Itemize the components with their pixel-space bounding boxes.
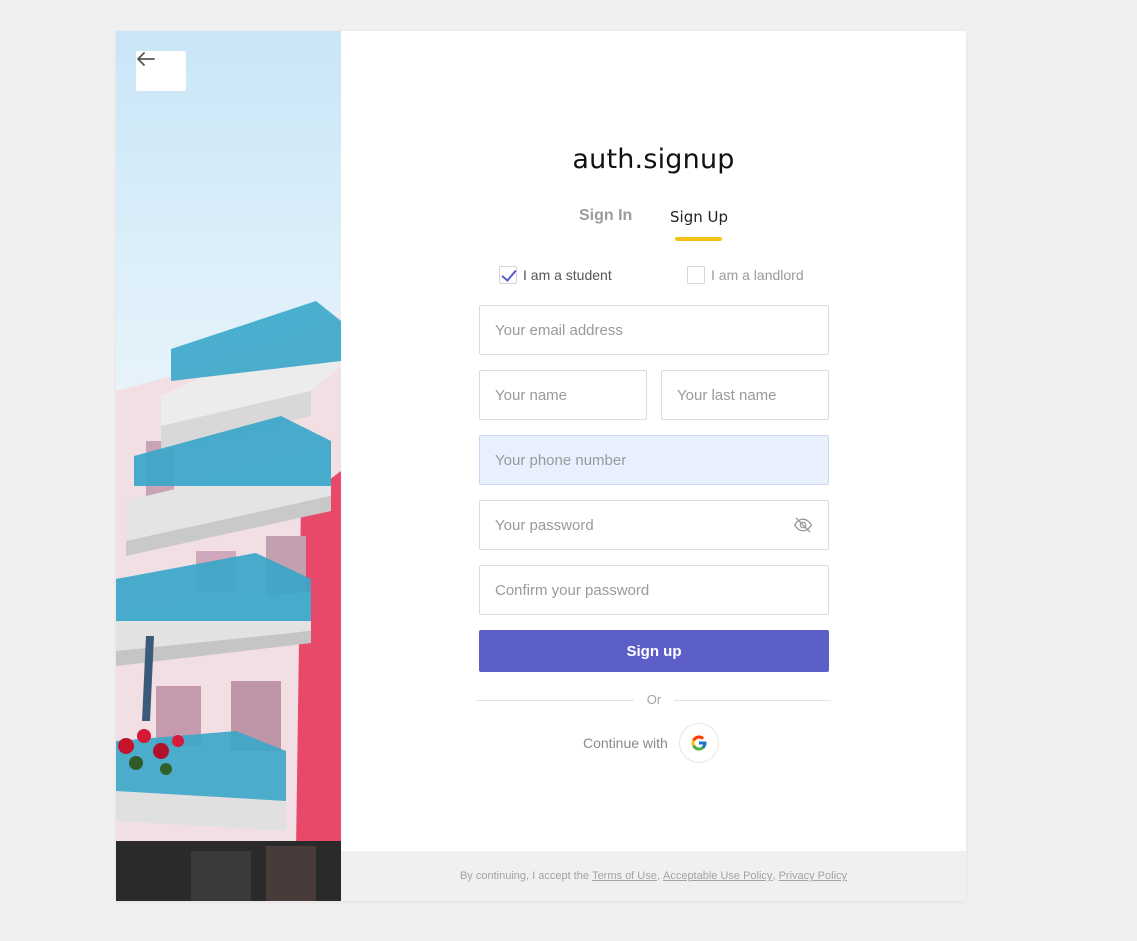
terms-of-use-link[interactable]: Terms of Use xyxy=(592,870,657,882)
privacy-policy-link[interactable]: Privacy Policy xyxy=(779,870,847,882)
active-tab-indicator xyxy=(675,237,722,241)
email-field xyxy=(479,305,829,355)
phone-field xyxy=(479,435,829,485)
page-title: auth.signup xyxy=(572,144,735,175)
password-field xyxy=(479,500,829,550)
back-button[interactable] xyxy=(136,51,186,91)
first-name-input[interactable] xyxy=(495,386,631,404)
google-login-button[interactable] xyxy=(678,723,719,763)
confirm-password-input[interactable] xyxy=(495,581,813,599)
social-login: Continue with xyxy=(583,723,719,763)
first-name-field xyxy=(479,370,647,420)
footer-separator: , xyxy=(772,870,776,882)
student-checkbox[interactable]: I am a student xyxy=(499,266,612,284)
landlord-checkbox[interactable]: I am a landlord xyxy=(687,266,804,284)
legal-footer: By continuing, I accept the Terms of Use… xyxy=(341,851,966,901)
apartment-building-illustration xyxy=(116,301,341,901)
eye-off-icon[interactable] xyxy=(793,515,813,535)
or-divider: Or xyxy=(477,691,831,711)
tab-sign-in[interactable]: Sign In xyxy=(579,207,632,225)
building-photo xyxy=(116,31,341,901)
footer-prefix: By continuing, I accept the xyxy=(459,870,589,882)
checkbox-box[interactable] xyxy=(687,266,705,284)
phone-input[interactable] xyxy=(495,451,813,469)
google-icon xyxy=(691,735,707,751)
student-checkbox-label: I am a student xyxy=(523,267,612,283)
confirm-password-field xyxy=(479,565,829,615)
sign-up-button[interactable]: Sign up xyxy=(479,630,829,672)
signup-card: auth.signup Sign In Sign Up I am a stude… xyxy=(116,31,966,901)
checkmark-icon[interactable] xyxy=(499,266,517,284)
email-input[interactable] xyxy=(495,321,813,339)
signup-form-panel: auth.signup Sign In Sign Up I am a stude… xyxy=(341,31,966,851)
footer-separator: , xyxy=(656,870,660,882)
auth-tabs: Sign In Sign Up xyxy=(341,207,966,247)
acceptable-use-policy-link[interactable]: Acceptable Use Policy xyxy=(663,870,772,882)
last-name-input[interactable] xyxy=(677,386,813,404)
continue-with-label: Continue with xyxy=(583,735,668,751)
landlord-checkbox-label: I am a landlord xyxy=(711,267,804,283)
password-input[interactable] xyxy=(495,516,793,534)
last-name-field xyxy=(661,370,829,420)
arrow-left-icon xyxy=(137,52,155,66)
divider-line-right xyxy=(674,700,831,701)
tab-sign-up[interactable]: Sign Up xyxy=(670,208,728,226)
